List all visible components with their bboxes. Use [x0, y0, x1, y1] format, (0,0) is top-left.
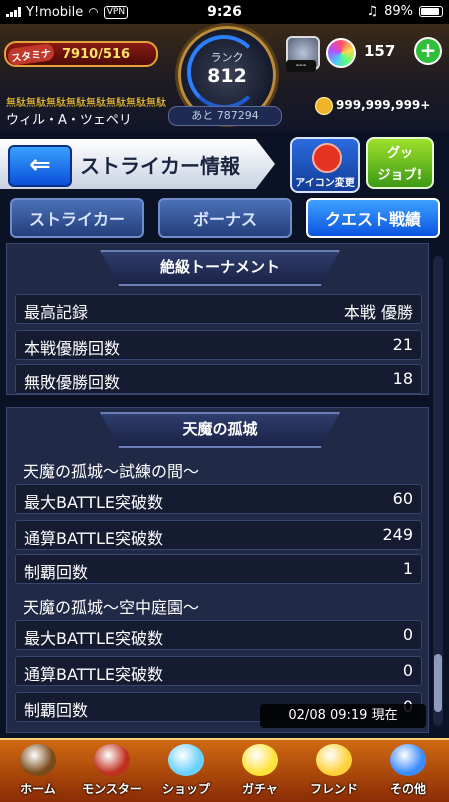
row-label: 最大BATTLE突破数 [24, 629, 163, 648]
tournament-panel: 絶級トーナメント 最高記録 本戦 優勝 本戦優勝回数 21 無敗優勝回数 18 [6, 243, 429, 395]
castle-title: 天魔の孤城 [100, 412, 340, 448]
table-row: 最大BATTLE突破数 0 [15, 620, 422, 650]
home-icon [20, 744, 56, 776]
icon-change-button[interactable]: アイコン変更 [290, 137, 360, 193]
table-row: 本戦優勝回数 21 [15, 330, 422, 360]
question-icon [390, 744, 426, 776]
row-value: 21 [392, 335, 413, 354]
table-row: 最大BATTLE突破数 60 [15, 484, 422, 514]
nav-label: ショップ [161, 782, 210, 796]
bottom-nav: ホーム モンスター ショップ ガチャ フレンド その他 [0, 738, 449, 802]
nav-label: フレンド [309, 782, 358, 796]
nav-label: その他 [389, 782, 426, 796]
next-rank-exp: あと 787294 [168, 106, 282, 126]
nav-monster[interactable]: モンスター [76, 742, 148, 800]
section-heading: 天魔の孤城〜空中庭園〜 [23, 598, 200, 617]
gacha-icon [242, 744, 278, 776]
good-job-button[interactable]: グッ ジョブ! [366, 137, 434, 189]
row-value: 18 [392, 369, 413, 388]
row-label: 本戦優勝回数 [24, 339, 121, 358]
table-row: 最高記録 本戦 優勝 [15, 294, 422, 324]
battery-icon [419, 6, 443, 17]
row-value: 0 [402, 661, 413, 680]
orb-count: 157 [364, 42, 396, 60]
nav-home[interactable]: ホーム [2, 742, 74, 800]
quest-record-list[interactable]: 絶級トーナメント 最高記録 本戦 優勝 本戦優勝回数 21 無敗優勝回数 18 … [6, 243, 429, 733]
coin-icon [315, 97, 333, 115]
stamina-label: スタミナ [7, 42, 55, 66]
row-value: 本戦 優勝 [343, 303, 413, 322]
row-value: 60 [392, 489, 413, 508]
coin-count: 999,999,999+ [336, 98, 431, 112]
row-label: 最大BATTLE突破数 [24, 493, 163, 512]
row-value: 1 [402, 559, 413, 578]
add-orb-button[interactable]: + [414, 37, 442, 65]
player-name: ウィル・A・ツェペリ [6, 113, 132, 128]
row-value: 0 [402, 625, 413, 644]
nav-label: ホーム [20, 782, 56, 796]
table-row: 制覇回数 1 [15, 554, 422, 584]
status-bar: Y!mobile ◠ VPN 9:26 ♫ 89% [0, 0, 449, 24]
stamina-value: 7910/516 [62, 46, 131, 62]
item-count: --- [286, 60, 316, 72]
nav-label: ガチャ [242, 782, 278, 796]
headphones-icon: ♫ [366, 4, 379, 19]
tab-bar: ストライカー ボーナス クエスト戦績 [0, 198, 449, 240]
stamina-bar: スタミナ 7910/516 [4, 41, 158, 67]
good-job-label-1: グッ [386, 146, 413, 161]
row-label: 制覇回数 [24, 701, 89, 720]
row-label: 通算BATTLE突破数 [24, 529, 163, 548]
back-button[interactable]: ⇐ [8, 145, 72, 187]
orb-icon [326, 38, 356, 68]
nav-gacha[interactable]: ガチャ [224, 742, 296, 800]
player-title: 無駄無駄無駄無駄無駄無駄無駄無駄 [6, 98, 166, 109]
monster-icon [312, 143, 342, 173]
row-label: 制覇回数 [24, 563, 89, 582]
rank-progress-ring [187, 35, 261, 109]
section-heading: 天魔の孤城〜試練の間〜 [23, 462, 200, 481]
tab-quest-record[interactable]: クエスト戦績 [306, 198, 440, 238]
game-header: スタミナ 7910/516 ランク 812 あと 787294 --- 157 … [0, 24, 449, 132]
nav-other[interactable]: その他 [372, 742, 444, 800]
page-title: ストライカー情報 [80, 154, 240, 178]
monster-icon [94, 744, 130, 776]
good-job-label-2: ジョブ! [377, 168, 423, 183]
scrollbar-thumb[interactable] [434, 654, 442, 712]
row-label: 最高記録 [24, 303, 89, 322]
scrollbar[interactable] [433, 256, 443, 726]
orb-icon [168, 744, 204, 776]
table-row: 通算BATTLE突破数 0 [15, 656, 422, 686]
castle-panel: 天魔の孤城 天魔の孤城〜試練の間〜 最大BATTLE突破数 60 通算BATTL… [6, 407, 429, 733]
table-row: 通算BATTLE突破数 249 [15, 520, 422, 550]
screen-title-bar: ⇐ ストライカー情報 アイコン変更 グッ ジョブ! [0, 135, 449, 193]
timestamp-badge: 02/08 09:19 現在 [260, 704, 426, 728]
tab-striker[interactable]: ストライカー [10, 198, 144, 238]
row-label: 無敗優勝回数 [24, 373, 121, 392]
nav-friend[interactable]: フレンド [298, 742, 370, 800]
table-row: 無敗優勝回数 18 [15, 364, 422, 394]
nav-label: モンスター [82, 782, 142, 796]
row-value: 249 [382, 525, 413, 544]
tournament-title: 絶級トーナメント [100, 250, 340, 286]
row-label: 通算BATTLE突破数 [24, 665, 163, 684]
battery-percent: 89% [384, 4, 413, 19]
tab-bonus[interactable]: ボーナス [158, 198, 292, 238]
friend-icon [316, 744, 352, 776]
nav-shop[interactable]: ショップ [150, 742, 222, 800]
icon-change-label: アイコン変更 [295, 178, 355, 189]
